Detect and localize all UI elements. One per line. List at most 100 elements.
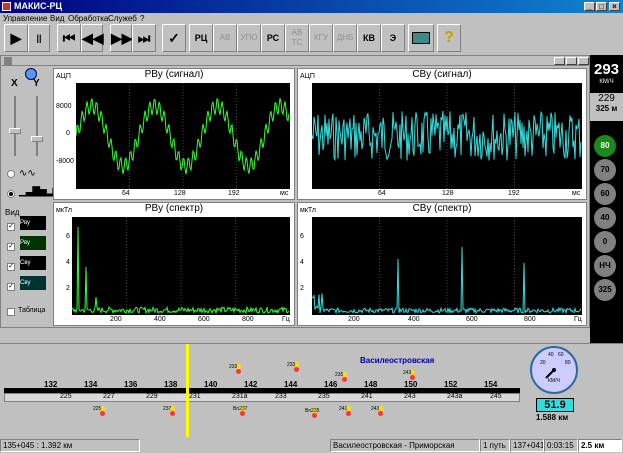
window-icon <box>4 57 12 65</box>
plot-title: СВу (спектр) <box>412 203 472 214</box>
avts-button[interactable]: АВ ТС <box>285 24 309 52</box>
channel-check-3[interactable]: ✓ <box>7 263 15 271</box>
channel-check-1[interactable]: ✓ <box>7 223 15 231</box>
channel-check-4[interactable]: ✓ <box>7 283 15 291</box>
plot-rvu-signal: РВу (сигнал) АЦП 8000 0 -8000 64 128 192… <box>53 68 295 200</box>
menu-control[interactable]: Управление <box>3 13 47 24</box>
av-button[interactable]: АВ <box>213 24 237 52</box>
ytick: 6 <box>66 233 70 240</box>
section-number: 233 <box>275 393 287 400</box>
signal[interactable]: 243 <box>403 370 415 380</box>
speed-gauge: 20 40 60 80 КМ/Ч <box>530 346 578 394</box>
x-slider-thumb[interactable] <box>9 128 21 134</box>
xtick: 128 <box>174 190 186 197</box>
forward-button[interactable]: ▶▶ <box>110 24 133 52</box>
signal-mode-radio[interactable] <box>7 170 15 178</box>
menu-help[interactable]: ? <box>140 13 144 24</box>
signal[interactable]: 241 <box>339 406 351 416</box>
upo-button[interactable]: УПО <box>237 24 261 52</box>
rewind-start-button[interactable]: ⏮ <box>57 24 81 52</box>
gauge-readout: 51.9 <box>536 398 574 412</box>
help-button[interactable]: ? <box>437 24 461 52</box>
speed-panel: 293 КМ/Ч 229 325 м 80 70 60 40 0 НЧ 325 <box>590 55 623 345</box>
y-slider-track[interactable] <box>36 96 38 156</box>
menu-service[interactable]: Служеб <box>108 13 137 24</box>
e-button[interactable]: Э <box>381 24 405 52</box>
xunit: Гц <box>574 316 582 323</box>
signal-label: 233 <box>287 362 296 368</box>
plot-ylabel: АЦП <box>300 73 315 80</box>
rc-button[interactable]: РЦ <box>189 24 213 52</box>
dnb-button[interactable]: ДНБ <box>333 24 357 52</box>
track-number: 154 <box>484 380 498 389</box>
gauge-tick: 80 <box>565 360 571 366</box>
ytick: 8000 <box>56 103 72 110</box>
keyboard-button[interactable] <box>408 24 434 52</box>
plot-svu-signal: СВу (сигнал) АЦП 64 128 192 мс <box>297 68 587 200</box>
close-button[interactable]: × <box>609 2 620 11</box>
position-cursor[interactable] <box>186 344 189 437</box>
inner-maximize-button[interactable] <box>566 57 577 65</box>
speed-value: 293 <box>593 61 620 78</box>
signal[interactable]: 243 <box>371 406 383 416</box>
section-number: 231 <box>189 393 201 400</box>
rewind-button[interactable]: ◀◀ <box>81 24 104 52</box>
plot-area <box>71 217 290 315</box>
menu-view[interactable]: Вид <box>50 13 64 24</box>
control-panel: X Y ∿∿ ▁▃▇▅▂▆ Вид ✓ Рву ✓ Рву ✓ Свy ✓ Св… <box>3 68 60 326</box>
plot-area <box>75 83 290 189</box>
forward-end-button[interactable]: ⏭ <box>132 24 156 52</box>
channel-check-2[interactable]: ✓ <box>7 243 15 251</box>
signal-trace <box>75 83 290 189</box>
signal-label: Bn237 <box>233 406 248 412</box>
play-button[interactable]: ▶ <box>4 24 28 52</box>
view-label: Вид <box>5 208 20 217</box>
signal[interactable]: 233 <box>287 362 299 372</box>
inner-minimize-button[interactable] <box>554 57 565 65</box>
signal[interactable]: Bn235 <box>305 408 319 418</box>
plot-title: СВу (сигнал) <box>412 69 472 80</box>
x-slider-track[interactable] <box>14 96 16 156</box>
signal[interactable]: 237 <box>163 406 175 416</box>
xtick: 128 <box>442 190 454 197</box>
signal-window: X Y ∿∿ ▁▃▇▅▂▆ Вид ✓ Рву ✓ Рву ✓ Свy ✓ Св… <box>0 55 590 328</box>
track-sections <box>4 393 520 402</box>
limit-indicator: 70 <box>594 159 616 181</box>
plot-ylabel: АЦП <box>56 73 71 80</box>
xtick: 800 <box>524 316 536 323</box>
kgu-button[interactable]: КГУ <box>309 24 333 52</box>
plot-title: РВу (спектр) <box>144 203 204 214</box>
signal[interactable]: 233 <box>229 364 241 374</box>
pause-button[interactable]: || <box>28 24 50 52</box>
spectrum-mode-radio[interactable] <box>7 190 15 198</box>
status-section: Василеостровская - Приморская <box>330 439 480 452</box>
rs-button[interactable]: РС <box>261 24 285 52</box>
xunit: Гц <box>282 316 290 323</box>
signal[interactable]: 225 <box>93 406 105 416</box>
plot-ylabel: мкТл <box>56 207 72 214</box>
check-button[interactable]: ✓ <box>162 24 186 52</box>
signal[interactable]: 235 <box>335 372 347 382</box>
track-number: 146 <box>324 380 338 389</box>
section-number: 235 <box>318 393 330 400</box>
scale-select[interactable]: 2.5 км <box>578 439 622 452</box>
signal[interactable]: Bn237 <box>233 406 247 416</box>
plot-area <box>311 217 582 315</box>
signal-label: 243 <box>371 406 380 412</box>
menu-processing[interactable]: Обработка <box>68 13 108 24</box>
speed-distance: 325 м <box>595 104 618 113</box>
zoom-icon[interactable] <box>25 68 37 80</box>
kv-button[interactable]: КВ <box>357 24 381 52</box>
app-icon <box>2 2 11 11</box>
gauge-tick: 20 <box>540 360 546 366</box>
signal-window-titlebar <box>2 57 589 66</box>
y-slider-thumb[interactable] <box>31 136 43 142</box>
xtick: 64 <box>122 190 130 197</box>
inner-close-button[interactable] <box>578 57 589 65</box>
maximize-button[interactable]: □ <box>596 2 607 11</box>
table-checkbox[interactable] <box>7 308 15 316</box>
track-diagram: Василеостровская 132 134 136 138 140 142 144 14… <box>0 343 623 438</box>
ytick: 4 <box>300 259 304 266</box>
channel-thumb-2: Рву <box>20 236 46 250</box>
minimize-button[interactable]: _ <box>584 2 595 11</box>
